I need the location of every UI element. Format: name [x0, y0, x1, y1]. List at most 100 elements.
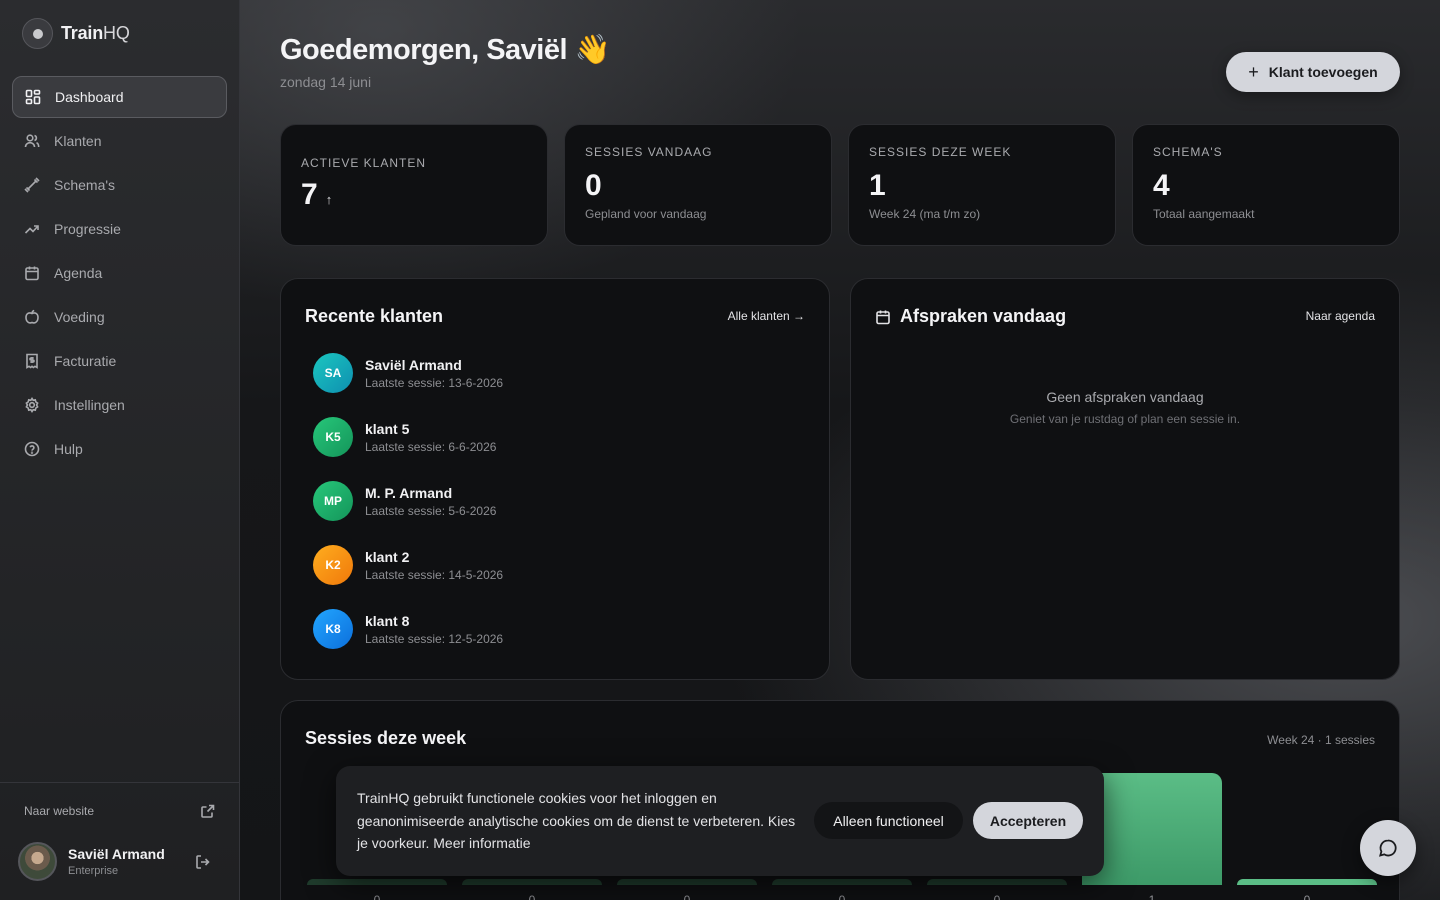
chart-bar: [1237, 879, 1377, 885]
chart-value-label: 1: [1148, 893, 1156, 900]
chart-value-label: 0: [838, 893, 846, 900]
sidebar-item-hulp[interactable]: Hulp: [12, 428, 227, 470]
stat-subtext: Totaal aangemaakt: [1153, 207, 1255, 221]
trending-up-icon: [24, 225, 39, 234]
page-title: Goedemorgen, Saviël 👋: [280, 34, 611, 66]
chart-value-label: 0: [373, 893, 381, 900]
calendar-icon: [876, 310, 890, 324]
appointments-title: Afspraken vandaag: [900, 306, 1067, 326]
client-name: klant 8: [365, 612, 410, 629]
empty-state-subtitle: Geniet van je rustdag of plan een sessie…: [1009, 412, 1241, 426]
plus-icon: +: [1248, 62, 1259, 82]
client-last-session: Laatste sessie: 12-5-2026: [365, 631, 504, 646]
all-clients-link[interactable]: Alle klanten →: [728, 309, 805, 323]
sidebar-item-klanten[interactable]: Klanten: [12, 120, 227, 162]
list-item[interactable]: K2 klant 2 Laatste sessie: 14-5-2026: [313, 545, 503, 585]
stat-value: 4: [1153, 169, 1170, 202]
avatar: MP: [313, 481, 353, 521]
sidebar-item-voeding[interactable]: Voeding: [12, 296, 227, 338]
current-date: zondag 14 juni: [280, 74, 372, 90]
sidebar-item-label: Klanten: [54, 133, 102, 149]
sidebar-item-facturatie[interactable]: Facturatie: [12, 340, 227, 382]
brand-logo[interactable]: TrainHQ: [22, 18, 130, 49]
user-name: Saviël Armand: [68, 846, 165, 862]
stat-card-active-clients: ACTIEVE KLANTEN 7 ↑: [280, 124, 548, 246]
sidebar-item-label: Hulp: [54, 441, 83, 457]
client-last-session: Laatste sessie: 14-5-2026: [365, 567, 504, 582]
help-icon: [24, 441, 40, 457]
sidebar-item-agenda[interactable]: Agenda: [12, 252, 227, 294]
trend-up-icon: ↑: [325, 192, 333, 207]
dashboard-icon: [25, 89, 41, 105]
sidebar-item-progressie[interactable]: Progressie: [12, 208, 227, 250]
users-icon: [24, 134, 40, 148]
stat-subtext: Gepland voor vandaag: [585, 207, 707, 221]
stat-card-schemas: SCHEMA'S 4 Totaal aangemaakt: [1132, 124, 1400, 246]
sidebar-item-label: Facturatie: [54, 353, 117, 369]
stat-card-sessions-week: SESSIES DEZE WEEK 1 Week 24 (ma t/m zo): [848, 124, 1116, 246]
client-name: klant 2: [365, 548, 410, 565]
list-item[interactable]: MP M. P. Armand Laatste sessie: 5-6-2026: [313, 481, 503, 521]
sidebar-item-label: Schema's: [54, 177, 116, 193]
client-name: klant 5: [365, 420, 410, 437]
appointments-card: Afspraken vandaag Naar agenda Geen afspr…: [850, 278, 1400, 680]
stat-label: ACTIEVE KLANTEN: [301, 156, 427, 170]
client-list: SA Saviël Armand Laatste sessie: 13-6-202…: [313, 353, 503, 673]
client-last-session: Laatste sessie: 13-6-2026: [365, 375, 504, 390]
sidebar-item-dashboard[interactable]: Dashboard: [12, 76, 227, 118]
card-title: Afspraken vandaag: [875, 306, 1066, 327]
logo-icon: [22, 18, 53, 49]
receipt-icon: [26, 353, 38, 369]
sidebar-item-instellingen[interactable]: Instellingen: [12, 384, 227, 426]
cookie-text: TrainHQ gebruikt functionele cookies voo…: [357, 790, 796, 851]
accept-button[interactable]: Accepteren: [973, 802, 1083, 839]
client-name: Saviël Armand: [365, 356, 462, 373]
avatar: [18, 842, 57, 881]
cookie-banner: TrainHQ gebruikt functionele cookies voo…: [336, 766, 1104, 876]
sidebar-item-label: Agenda: [54, 265, 103, 281]
chart-value-label: 0: [993, 893, 1001, 900]
website-link[interactable]: Naar website: [24, 804, 94, 818]
chat-icon: [1379, 839, 1397, 857]
logout-icon[interactable]: [195, 854, 211, 870]
client-name: M. P. Armand: [365, 484, 453, 501]
dumbbell-icon: [24, 177, 40, 193]
recent-clients-card: Recente klanten Alle klanten → SA Saviël…: [280, 278, 830, 680]
calendar-icon: [25, 266, 39, 281]
chart-bar: [927, 879, 1067, 885]
chart-bar: [462, 879, 602, 885]
add-client-button[interactable]: + Klant toevoegen: [1226, 52, 1400, 92]
chat-button[interactable]: [1360, 820, 1416, 876]
to-agenda-link[interactable]: Naar agenda: [1306, 309, 1375, 323]
chart-bar: [307, 879, 447, 885]
stat-value: 0: [585, 169, 602, 202]
list-item[interactable]: K5 klant 5 Laatste sessie: 6-6-2026: [313, 417, 503, 457]
sidebar-item-label: Dashboard: [55, 89, 124, 105]
sidebar: TrainHQ Dashboard Klanten Schema's Progr…: [0, 0, 240, 900]
sidebar-item-label: Progressie: [54, 221, 121, 237]
sidebar-nav: Dashboard Klanten Schema's Progressie Ag…: [12, 76, 227, 472]
chart-value-label: 0: [683, 893, 691, 900]
stat-card-sessions-today: SESSIES VANDAAG 0 Gepland voor vandaag: [564, 124, 832, 246]
stat-value: 1: [869, 169, 886, 202]
apple-icon: [25, 309, 39, 324]
functional-only-button[interactable]: Alleen functioneel: [814, 802, 963, 839]
gear-icon: [25, 397, 39, 413]
stat-value: 7 ↑: [301, 178, 527, 212]
stat-label: SCHEMA'S: [1153, 145, 1223, 159]
add-client-label: Klant toevoegen: [1268, 64, 1378, 80]
list-item[interactable]: K8 klant 8 Laatste sessie: 12-5-2026: [313, 609, 503, 649]
user-profile[interactable]: Saviël Armand Enterprise: [18, 842, 165, 881]
stat-subtext: Week 24 (ma t/m zo): [869, 207, 981, 221]
client-last-session: Laatste sessie: 5-6-2026: [365, 503, 497, 518]
sidebar-item-label: Instellingen: [54, 397, 125, 413]
chart-bar: [772, 879, 912, 885]
stat-label: SESSIES DEZE WEEK: [869, 145, 1012, 159]
client-last-session: Laatste sessie: 6-6-2026: [365, 439, 497, 454]
sidebar-item-label: Voeding: [54, 309, 105, 325]
list-item[interactable]: SA Saviël Armand Laatste sessie: 13-6-202…: [313, 353, 503, 393]
external-link-icon[interactable]: [201, 804, 215, 818]
card-title: Sessies deze week: [305, 728, 467, 748]
sidebar-item-schemas[interactable]: Schema's: [12, 164, 227, 206]
avatar: K2: [313, 545, 353, 585]
